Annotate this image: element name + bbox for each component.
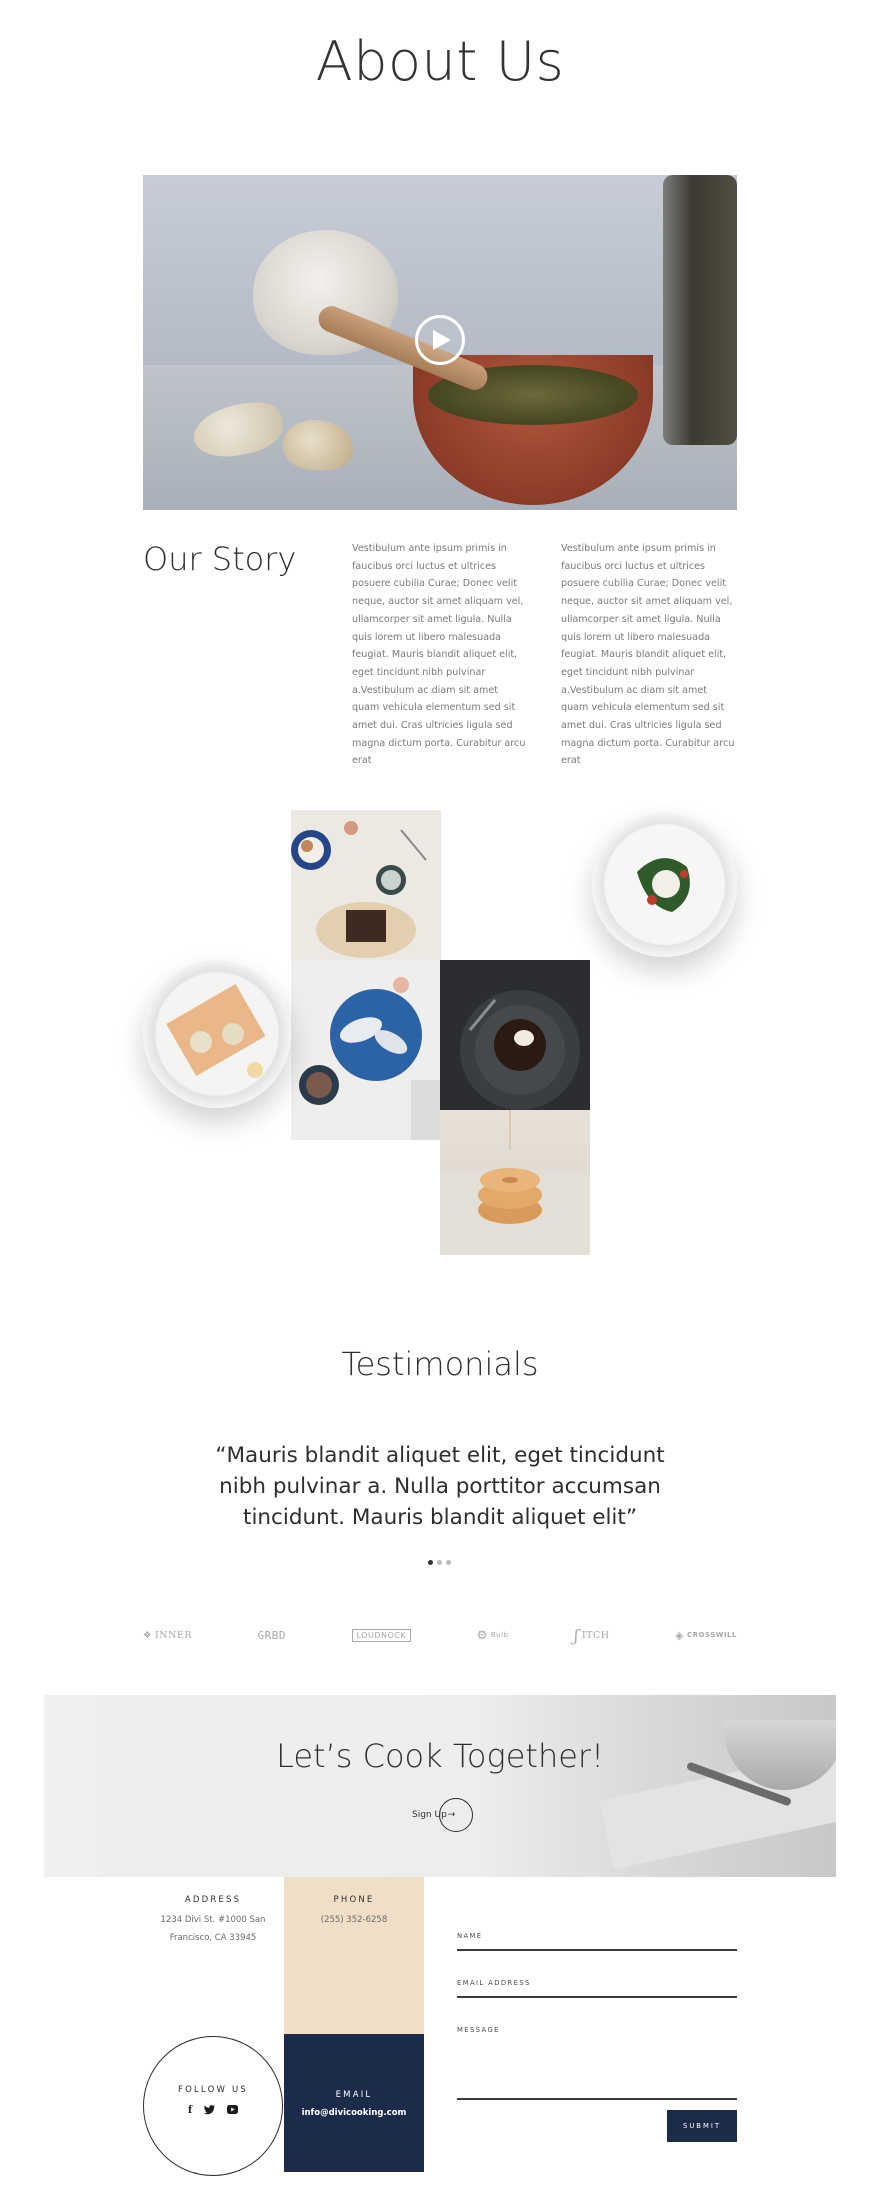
logo-crosswill: ◈ CROSSWILL — [675, 1628, 737, 1642]
phone-block: PHONE (255) 352-6258 — [284, 1877, 424, 2034]
story-title: Our Story — [143, 540, 297, 578]
email-address-field[interactable]: EMAIL ADDRESS — [457, 1979, 737, 1998]
address-label: ADDRESS — [184, 1895, 242, 1905]
youtube-icon[interactable] — [227, 2105, 239, 2118]
gear-icon: ⚙ — [476, 1628, 488, 1642]
email-block: EMAIL info@divicooking.com — [284, 2034, 424, 2172]
slider-dot-3[interactable] — [446, 1560, 451, 1565]
twitter-icon[interactable] — [204, 2105, 216, 2118]
name-underline — [457, 1949, 737, 1951]
logo-grbd: GRBD — [257, 1628, 286, 1642]
spice-jar — [663, 175, 737, 445]
slider-dot-1[interactable] — [428, 1560, 433, 1565]
hook-icon: ʃ — [574, 1625, 579, 1645]
submit-button[interactable]: SUBMIT — [667, 2110, 737, 2142]
testimonials-title: Testimonials — [341, 1345, 539, 1383]
follow-label: FOLLOW US — [178, 2085, 248, 2095]
phone-label: PHONE — [333, 1895, 375, 1905]
email-address-label: EMAIL ADDRESS — [457, 1979, 531, 1987]
video-player[interactable] — [143, 175, 737, 510]
logo-loudnock: LOUDNOCK — [351, 1628, 412, 1642]
testimonial-quote: “Mauris blandit aliquet elit, eget tinci… — [215, 1443, 665, 1530]
email-label: EMAIL — [335, 2090, 373, 2100]
speech-bubble-icon: LOUDNOCK — [351, 1628, 412, 1642]
story-paragraph-1: Vestibulum ante ipsum primis in faucibus… — [352, 543, 526, 767]
message-underline — [457, 2098, 737, 2100]
gallery-image-baking-ingredients — [291, 810, 441, 960]
signup-button[interactable]: Sign Up → — [412, 1798, 473, 1832]
slider-pagination — [428, 1560, 454, 1566]
email-underline — [457, 1996, 737, 1998]
logo-itch: ʃ ITCH — [574, 1625, 610, 1645]
cta-banner: Let’s Cook Together! Sign Up → — [44, 1695, 836, 1877]
message-field[interactable]: MESSAGE — [457, 2026, 737, 2100]
logo-inner: ❖ INNER — [143, 1629, 192, 1641]
gallery-image-chocolate-cake — [440, 960, 590, 1110]
address-value: 1234 Divi St. #1000 San Francisco, CA 33… — [160, 1915, 266, 1943]
slider-dot-2[interactable] — [437, 1560, 442, 1565]
email-value[interactable]: info@divicooking.com — [284, 2104, 424, 2122]
cta-title: Let’s Cook Together! — [276, 1737, 604, 1775]
gallery-plate-tamales — [143, 960, 291, 1108]
page-title: About Us — [315, 30, 565, 93]
story-paragraph-2: Vestibulum ante ipsum primis in faucibus… — [561, 543, 735, 767]
name-label: NAME — [457, 1932, 483, 1940]
name-field[interactable]: NAME — [457, 1932, 737, 1951]
client-logos: ❖ INNER GRBD LOUDNOCK ⚙ Bulb ʃ ITCH ◈ CR… — [143, 1620, 737, 1650]
address-block: ADDRESS 1234 Divi St. #1000 San Francisc… — [143, 1895, 283, 2035]
logo-bulb: ⚙ Bulb — [476, 1628, 509, 1642]
gallery-image-donuts — [440, 1110, 590, 1255]
gallery-plate-dessert — [592, 812, 737, 957]
gallery-image-blue-plate-wraps — [291, 960, 441, 1140]
arrow-right-icon: → — [438, 1798, 473, 1832]
play-icon[interactable] — [415, 315, 465, 365]
phone-value[interactable]: (255) 352-6258 — [284, 1911, 424, 1929]
diamond-icon: ◈ — [675, 1628, 684, 1642]
garlic-clove — [283, 420, 353, 470]
social-links: f — [144, 2105, 282, 2118]
facebook-icon[interactable]: f — [188, 2105, 192, 2118]
diamond-cluster-icon: ❖ — [143, 1629, 153, 1641]
message-label: MESSAGE — [457, 2026, 500, 2034]
follow-us-block: FOLLOW US f — [143, 2036, 283, 2176]
